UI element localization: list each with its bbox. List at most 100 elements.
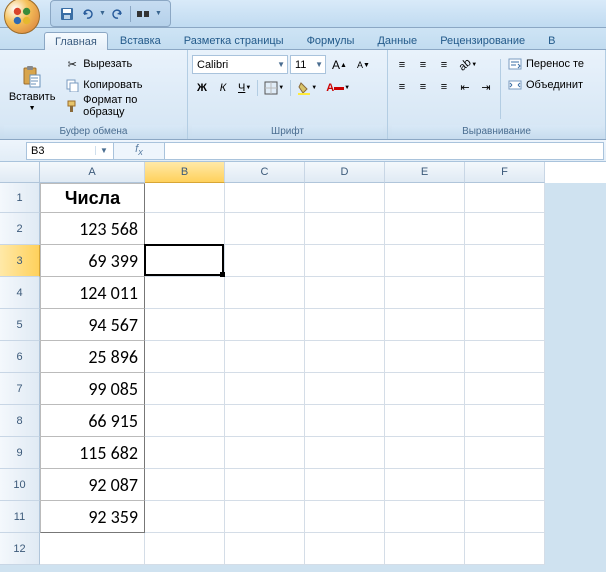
cell-E3[interactable] bbox=[385, 245, 465, 277]
cell-E10[interactable] bbox=[385, 469, 465, 501]
cell-F1[interactable] bbox=[465, 183, 545, 213]
cell-A10[interactable]: 92 087 bbox=[40, 469, 145, 501]
cell-C8[interactable] bbox=[225, 405, 305, 437]
cell-B7[interactable] bbox=[145, 373, 225, 405]
tab-data[interactable]: Данные bbox=[366, 31, 428, 49]
cell-F10[interactable] bbox=[465, 469, 545, 501]
cell-F12[interactable] bbox=[465, 533, 545, 565]
cell-B1[interactable] bbox=[145, 183, 225, 213]
cell-E6[interactable] bbox=[385, 341, 465, 373]
cell-D8[interactable] bbox=[305, 405, 385, 437]
cell-A3[interactable]: 69 399 bbox=[40, 245, 145, 277]
cell-F4[interactable] bbox=[465, 277, 545, 309]
cell-F7[interactable] bbox=[465, 373, 545, 405]
cell-E12[interactable] bbox=[385, 533, 465, 565]
cell-E9[interactable] bbox=[385, 437, 465, 469]
cell-B6[interactable] bbox=[145, 341, 225, 373]
cell-E5[interactable] bbox=[385, 309, 465, 341]
cell-C10[interactable] bbox=[225, 469, 305, 501]
column-header-E[interactable]: E bbox=[385, 162, 465, 183]
cell-E2[interactable] bbox=[385, 213, 465, 245]
copy-button[interactable]: Копировать bbox=[62, 75, 183, 95]
cell-F2[interactable] bbox=[465, 213, 545, 245]
fx-button[interactable]: fx bbox=[126, 143, 152, 157]
underline-button[interactable]: Ч▼ bbox=[234, 78, 255, 98]
column-header-C[interactable]: C bbox=[225, 162, 305, 183]
cell-D5[interactable] bbox=[305, 309, 385, 341]
qat-customize-icon[interactable]: ▼ bbox=[155, 10, 162, 17]
row-header-6[interactable]: 6 bbox=[0, 341, 40, 373]
chevron-down-icon[interactable]: ▼ bbox=[95, 146, 109, 155]
cell-A6[interactable]: 25 896 bbox=[40, 341, 145, 373]
row-header-8[interactable]: 8 bbox=[0, 405, 40, 437]
decrease-indent-button[interactable]: ⇤ bbox=[455, 77, 475, 97]
redo-icon[interactable] bbox=[110, 6, 126, 22]
cell-B11[interactable] bbox=[145, 501, 225, 533]
undo-dropdown-icon[interactable]: ▼ bbox=[99, 10, 106, 17]
cell-C1[interactable] bbox=[225, 183, 305, 213]
cell-D9[interactable] bbox=[305, 437, 385, 469]
cell-B5[interactable] bbox=[145, 309, 225, 341]
cell-D6[interactable] bbox=[305, 341, 385, 373]
row-header-12[interactable]: 12 bbox=[0, 533, 40, 565]
tab-formulas[interactable]: Формулы bbox=[296, 31, 366, 49]
cell-B2[interactable] bbox=[145, 213, 225, 245]
qat-extra-icon[interactable] bbox=[135, 6, 151, 22]
grow-font-button[interactable]: A▲ bbox=[328, 55, 351, 75]
format-painter-button[interactable]: Формат по образцу bbox=[62, 96, 183, 116]
cell-D10[interactable] bbox=[305, 469, 385, 501]
cell-B9[interactable] bbox=[145, 437, 225, 469]
name-box[interactable]: B3 ▼ bbox=[26, 142, 114, 160]
row-header-9[interactable]: 9 bbox=[0, 437, 40, 469]
row-header-4[interactable]: 4 bbox=[0, 277, 40, 309]
cell-A1[interactable]: Числа bbox=[40, 183, 145, 213]
cell-A9[interactable]: 115 682 bbox=[40, 437, 145, 469]
tab-review[interactable]: Рецензирование bbox=[429, 31, 536, 49]
borders-button[interactable]: ▼ bbox=[260, 78, 288, 98]
tab-home[interactable]: Главная bbox=[44, 32, 108, 50]
paste-button[interactable]: Вставить ▼ bbox=[4, 52, 60, 125]
cell-C5[interactable] bbox=[225, 309, 305, 341]
cell-C9[interactable] bbox=[225, 437, 305, 469]
cell-D2[interactable] bbox=[305, 213, 385, 245]
tab-page-layout[interactable]: Разметка страницы bbox=[173, 31, 295, 49]
cell-F9[interactable] bbox=[465, 437, 545, 469]
cell-A11[interactable]: 92 359 bbox=[40, 501, 145, 533]
formula-input[interactable] bbox=[164, 142, 604, 160]
cell-B10[interactable] bbox=[145, 469, 225, 501]
cell-E1[interactable] bbox=[385, 183, 465, 213]
italic-button[interactable]: К bbox=[213, 78, 233, 98]
undo-icon[interactable] bbox=[79, 6, 95, 22]
row-header-3[interactable]: 3 bbox=[0, 245, 40, 277]
cell-A12[interactable] bbox=[40, 533, 145, 565]
cell-B4[interactable] bbox=[145, 277, 225, 309]
column-header-B[interactable]: B bbox=[145, 162, 225, 183]
cell-C6[interactable] bbox=[225, 341, 305, 373]
cell-C7[interactable] bbox=[225, 373, 305, 405]
fill-color-button[interactable]: ▼ bbox=[293, 78, 321, 98]
cell-D12[interactable] bbox=[305, 533, 385, 565]
cell-A8[interactable]: 66 915 bbox=[40, 405, 145, 437]
cell-F3[interactable] bbox=[465, 245, 545, 277]
align-right-button[interactable]: ≡ bbox=[434, 77, 454, 97]
cut-button[interactable]: ✂ Вырезать bbox=[62, 54, 183, 74]
office-button[interactable] bbox=[4, 0, 40, 34]
cell-E7[interactable] bbox=[385, 373, 465, 405]
font-size-combo[interactable]: 11 ▼ bbox=[290, 55, 326, 74]
row-header-11[interactable]: 11 bbox=[0, 501, 40, 533]
cell-C12[interactable] bbox=[225, 533, 305, 565]
font-color-button[interactable]: A▼ bbox=[322, 78, 354, 98]
cell-D3[interactable] bbox=[305, 245, 385, 277]
row-header-10[interactable]: 10 bbox=[0, 469, 40, 501]
cell-D1[interactable] bbox=[305, 183, 385, 213]
cell-B3[interactable] bbox=[145, 245, 225, 277]
align-middle-button[interactable]: ≡ bbox=[413, 55, 433, 75]
wrap-text-button[interactable]: Перенос те bbox=[505, 54, 586, 74]
cell-D7[interactable] bbox=[305, 373, 385, 405]
column-header-A[interactable]: A bbox=[40, 162, 145, 183]
cell-E11[interactable] bbox=[385, 501, 465, 533]
cell-B8[interactable] bbox=[145, 405, 225, 437]
column-header-F[interactable]: F bbox=[465, 162, 545, 183]
cell-D11[interactable] bbox=[305, 501, 385, 533]
align-bottom-button[interactable]: ≡ bbox=[434, 55, 454, 75]
